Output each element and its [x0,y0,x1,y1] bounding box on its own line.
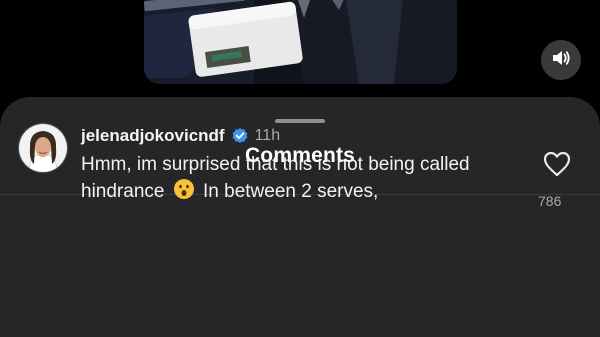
verified-badge-icon [231,127,249,145]
video-frame [144,0,457,84]
comment-header: jelenadjokovicndf 11h [81,126,280,146]
avatar[interactable] [19,124,67,172]
heart-icon [543,151,571,181]
sheet-drag-handle[interactable] [275,119,325,123]
comment-text: Hmm, im surprised that this is not being… [81,152,511,208]
comment-timestamp: 11h [254,127,281,144]
like-button[interactable] [543,151,571,182]
mute-toggle-button[interactable] [541,40,581,80]
comment-text-part-2: In between 2 serves, [203,181,379,202]
comment-username[interactable]: jelenadjokovicndf [81,126,225,146]
like-count: 786 [538,193,562,209]
astonished-face-emoji-icon [173,178,195,208]
video-player[interactable] [144,0,457,84]
speaker-icon [551,49,571,72]
